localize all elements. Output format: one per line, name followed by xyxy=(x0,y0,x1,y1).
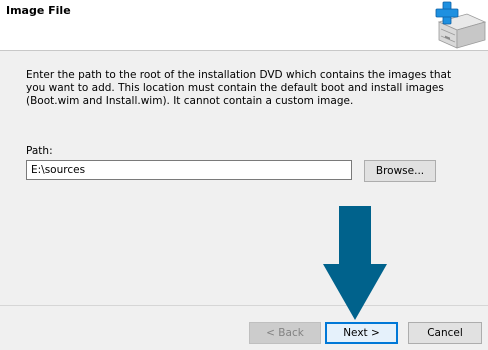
cabinet-plus-icon xyxy=(435,1,487,49)
path-label: Path: xyxy=(26,145,53,157)
next-button[interactable]: Next > xyxy=(325,322,398,344)
back-button[interactable]: < Back xyxy=(249,322,321,344)
cancel-button[interactable]: Cancel xyxy=(408,322,482,344)
path-input[interactable] xyxy=(26,160,352,180)
arrow-shape xyxy=(323,206,387,320)
footer-divider xyxy=(0,305,488,306)
wizard-window: Image File Enter the path to the root of… xyxy=(0,0,488,350)
browse-button[interactable]: Browse... xyxy=(364,160,436,182)
wizard-header: Image File xyxy=(0,0,488,51)
arrow-down-icon xyxy=(323,206,387,320)
page-title: Image File xyxy=(6,4,71,17)
instructions-text: Enter the path to the root of the instal… xyxy=(26,69,452,107)
